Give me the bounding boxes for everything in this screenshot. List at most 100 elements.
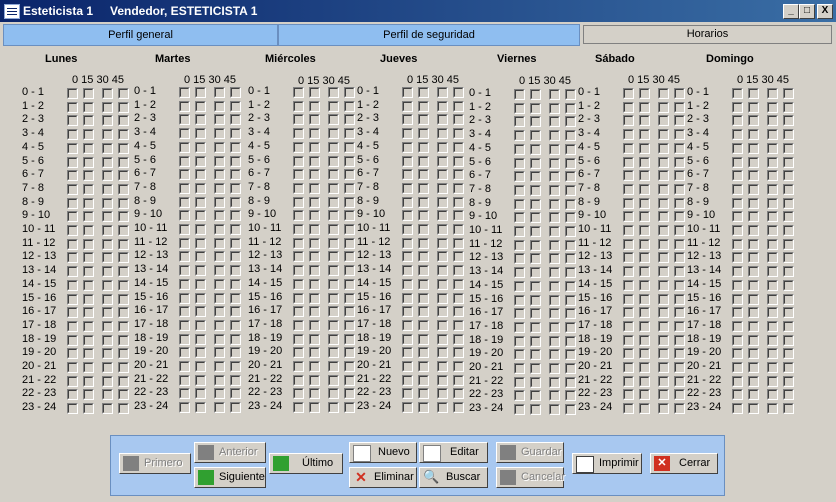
schedule-checkbox[interactable] <box>748 334 759 346</box>
schedule-checkbox[interactable] <box>514 376 525 388</box>
schedule-checkbox[interactable] <box>565 226 576 237</box>
schedule-checkbox[interactable] <box>83 348 94 360</box>
schedule-checkbox[interactable] <box>214 388 225 400</box>
schedule-checkbox[interactable] <box>102 225 113 236</box>
schedule-checkbox[interactable] <box>453 169 464 181</box>
schedule-checkbox[interactable] <box>179 141 190 153</box>
schedule-checkbox[interactable] <box>83 266 94 278</box>
schedule-checkbox[interactable] <box>102 307 113 319</box>
schedule-checkbox[interactable] <box>230 374 241 386</box>
schedule-checkbox[interactable] <box>102 293 113 305</box>
schedule-checkbox[interactable] <box>783 252 794 264</box>
schedule-checkbox[interactable] <box>344 182 355 194</box>
schedule-checkbox[interactable] <box>549 267 560 279</box>
schedule-checkbox[interactable] <box>565 89 576 100</box>
schedule-checkbox[interactable] <box>293 196 304 208</box>
schedule-checkbox[interactable] <box>102 375 113 387</box>
schedule-checkbox[interactable] <box>67 211 78 223</box>
schedule-checkbox[interactable] <box>530 157 541 169</box>
schedule-checkbox[interactable] <box>748 389 759 401</box>
schedule-checkbox[interactable] <box>344 210 355 222</box>
schedule-checkbox[interactable] <box>674 88 685 99</box>
schedule-checkbox[interactable] <box>674 156 685 168</box>
schedule-checkbox[interactable] <box>293 265 304 277</box>
schedule-checkbox[interactable] <box>418 237 429 249</box>
schedule-checkbox[interactable] <box>328 361 339 372</box>
schedule-checkbox[interactable] <box>83 197 94 209</box>
schedule-checkbox[interactable] <box>437 128 448 140</box>
nuevo-button[interactable]: Nuevo <box>349 442 417 463</box>
schedule-checkbox[interactable] <box>328 251 339 263</box>
schedule-checkbox[interactable] <box>674 279 685 291</box>
schedule-checkbox[interactable] <box>309 182 320 194</box>
schedule-checkbox[interactable] <box>658 88 669 99</box>
schedule-checkbox[interactable] <box>293 292 304 304</box>
schedule-checkbox[interactable] <box>195 114 206 126</box>
schedule-checkbox[interactable] <box>418 278 429 290</box>
schedule-checkbox[interactable] <box>195 347 206 359</box>
schedule-checkbox[interactable] <box>437 374 448 386</box>
schedule-checkbox[interactable] <box>293 306 304 318</box>
schedule-checkbox[interactable] <box>748 156 759 168</box>
schedule-checkbox[interactable] <box>530 404 541 416</box>
schedule-checkbox[interactable] <box>179 169 190 181</box>
schedule-checkbox[interactable] <box>767 362 778 373</box>
schedule-checkbox[interactable] <box>674 403 685 415</box>
schedule-checkbox[interactable] <box>767 320 778 332</box>
schedule-checkbox[interactable] <box>293 361 304 372</box>
schedule-checkbox[interactable] <box>514 363 525 374</box>
schedule-checkbox[interactable] <box>118 375 129 387</box>
schedule-checkbox[interactable] <box>102 88 113 99</box>
schedule-checkbox[interactable] <box>530 253 541 265</box>
schedule-checkbox[interactable] <box>309 319 320 331</box>
schedule-checkbox[interactable] <box>179 182 190 194</box>
schedule-checkbox[interactable] <box>623 307 634 319</box>
schedule-checkbox[interactable] <box>230 169 241 181</box>
schedule-checkbox[interactable] <box>549 280 560 292</box>
schedule-checkbox[interactable] <box>549 171 560 183</box>
schedule-checkbox[interactable] <box>214 128 225 140</box>
schedule-checkbox[interactable] <box>674 101 685 113</box>
schedule-checkbox[interactable] <box>783 362 794 373</box>
schedule-checkbox[interactable] <box>402 388 413 400</box>
schedule-checkbox[interactable] <box>674 115 685 127</box>
schedule-checkbox[interactable] <box>418 87 429 98</box>
schedule-checkbox[interactable] <box>214 224 225 235</box>
schedule-checkbox[interactable] <box>230 388 241 400</box>
schedule-checkbox[interactable] <box>565 308 576 320</box>
schedule-checkbox[interactable] <box>309 374 320 386</box>
schedule-checkbox[interactable] <box>674 238 685 250</box>
schedule-checkbox[interactable] <box>418 210 429 222</box>
schedule-checkbox[interactable] <box>83 320 94 332</box>
schedule-checkbox[interactable] <box>102 389 113 401</box>
schedule-checkbox[interactable] <box>214 374 225 386</box>
schedule-checkbox[interactable] <box>83 211 94 223</box>
schedule-checkbox[interactable] <box>639 293 650 305</box>
schedule-checkbox[interactable] <box>230 306 241 318</box>
schedule-checkbox[interactable] <box>230 114 241 126</box>
schedule-checkbox[interactable] <box>418 182 429 194</box>
schedule-checkbox[interactable] <box>102 197 113 209</box>
schedule-checkbox[interactable] <box>549 363 560 374</box>
schedule-checkbox[interactable] <box>674 170 685 182</box>
schedule-checkbox[interactable] <box>549 226 560 237</box>
schedule-checkbox[interactable] <box>214 292 225 304</box>
schedule-checkbox[interactable] <box>83 389 94 401</box>
schedule-checkbox[interactable] <box>214 87 225 98</box>
schedule-checkbox[interactable] <box>67 183 78 195</box>
schedule-checkbox[interactable] <box>67 156 78 168</box>
schedule-checkbox[interactable] <box>658 170 669 182</box>
schedule-checkbox[interactable] <box>674 375 685 387</box>
schedule-checkbox[interactable] <box>549 294 560 306</box>
schedule-checkbox[interactable] <box>514 157 525 169</box>
schedule-checkbox[interactable] <box>102 403 113 415</box>
schedule-checkbox[interactable] <box>530 171 541 183</box>
imprimir-button[interactable]: Imprimir <box>572 453 642 474</box>
schedule-checkbox[interactable] <box>67 279 78 291</box>
schedule-checkbox[interactable] <box>195 319 206 331</box>
schedule-checkbox[interactable] <box>530 102 541 114</box>
schedule-checkbox[interactable] <box>328 182 339 194</box>
schedule-checkbox[interactable] <box>549 390 560 402</box>
schedule-checkbox[interactable] <box>514 404 525 416</box>
schedule-checkbox[interactable] <box>453 87 464 98</box>
